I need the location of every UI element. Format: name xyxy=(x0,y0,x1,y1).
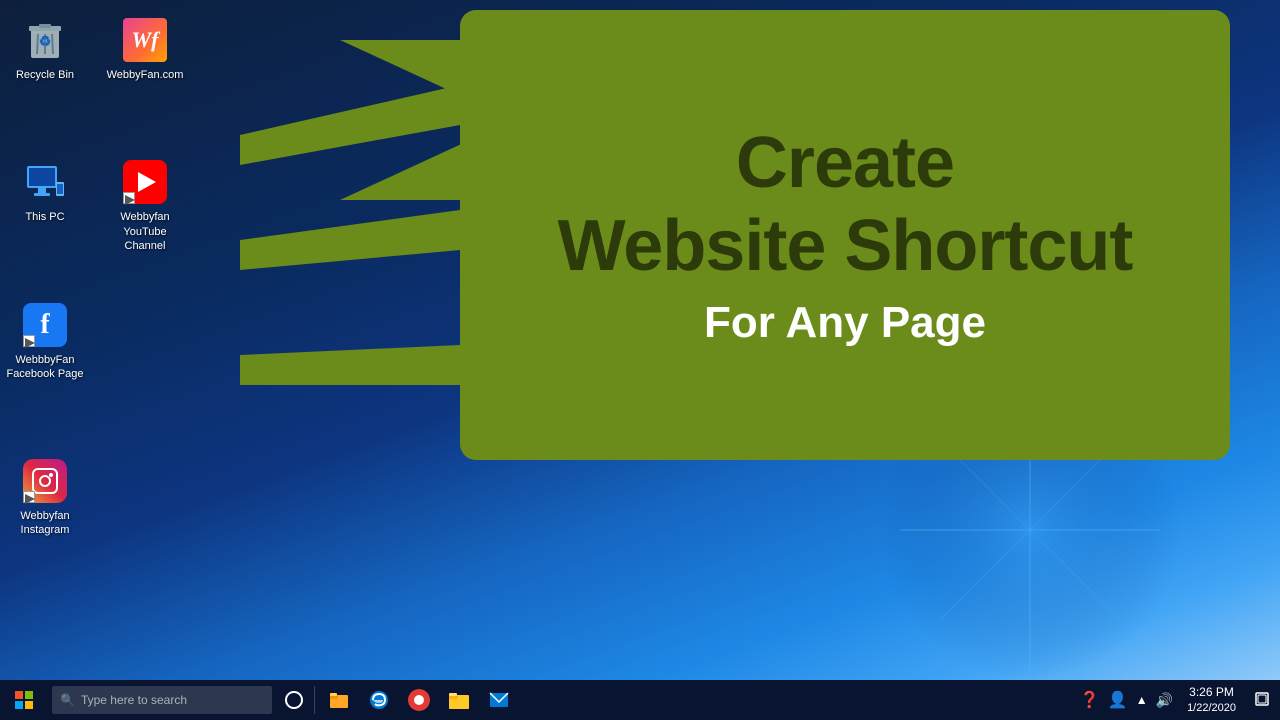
youtube-image xyxy=(121,158,169,206)
instagram-label: Webbyfan Instagram xyxy=(20,509,69,538)
webbyfan-com-icon[interactable]: Wf WebbyFan.com xyxy=(100,8,190,90)
edge-taskbar[interactable] xyxy=(361,680,397,720)
start-button[interactable] xyxy=(0,680,48,720)
webbyfan-com-label: WebbyFan.com xyxy=(107,68,184,82)
desktop: Create Website Shortcut For Any Page ♻ xyxy=(0,0,1280,680)
file-explorer-taskbar[interactable] xyxy=(321,680,357,720)
record-icon-taskbar[interactable] xyxy=(401,680,437,720)
this-pc-icon[interactable]: This PC xyxy=(0,150,90,232)
instagram-image xyxy=(21,457,69,505)
facebook-icon[interactable]: f WebbbyFan Facebook Page xyxy=(0,293,90,390)
youtube-icon[interactable]: Webbyfan YouTube Channel xyxy=(100,150,190,261)
youtube-label: Webbyfan YouTube Channel xyxy=(104,210,186,253)
recycle-bin-label: Recycle Bin xyxy=(16,68,74,82)
arrow-decorations xyxy=(190,55,460,435)
taskbar-pinned-apps xyxy=(317,680,521,720)
instagram-icon[interactable]: Webbyfan Instagram xyxy=(0,449,90,546)
search-box[interactable]: 🔍 Type here to search xyxy=(52,686,272,714)
this-pc-image xyxy=(21,158,69,206)
tray-user-icon[interactable]: 👤 xyxy=(1108,690,1128,710)
desktop-icons-col2: Wf WebbyFan.com Webbyfan YouTube Channel xyxy=(100,0,190,261)
svg-text:♻: ♻ xyxy=(39,33,52,49)
clock-date: 1/22/2020 xyxy=(1187,701,1236,716)
this-pc-label: This PC xyxy=(25,210,64,224)
clock-time: 3:26 PM xyxy=(1189,684,1234,701)
facebook-image: f xyxy=(21,301,69,349)
webbyfan-com-image: Wf xyxy=(121,16,169,64)
facebook-label: WebbbyFan Facebook Page xyxy=(6,353,83,382)
notification-button[interactable] xyxy=(1244,680,1280,720)
tray-network-icon[interactable]: 🔊 xyxy=(1156,692,1173,709)
recycle-bin-icon[interactable]: ♻ Recycle Bin xyxy=(0,8,90,90)
recycle-bin-image: ♻ xyxy=(21,16,69,64)
folder-taskbar[interactable] xyxy=(441,680,477,720)
bubble-title: Create Website Shortcut xyxy=(558,122,1133,288)
task-view-button[interactable] xyxy=(276,680,312,720)
search-placeholder: Type here to search xyxy=(81,693,187,707)
tray-arrow-icon[interactable]: ▲ xyxy=(1136,693,1148,707)
system-tray: ❓ 👤 ▲ 🔊 xyxy=(1074,690,1179,710)
mail-taskbar[interactable] xyxy=(481,680,517,720)
bubble-subtitle: For Any Page xyxy=(704,298,986,348)
desktop-icons-col1: ♻ Recycle Bin This PC xyxy=(0,0,90,546)
taskbar-separator xyxy=(314,686,315,714)
tray-help-icon[interactable]: ❓ xyxy=(1080,690,1100,710)
taskbar: 🔍 Type here to search xyxy=(0,680,1280,720)
search-icon: 🔍 xyxy=(60,693,75,707)
taskbar-tray: ❓ 👤 ▲ 🔊 3:26 PM 1/22/2020 xyxy=(1074,680,1280,720)
system-clock[interactable]: 3:26 PM 1/22/2020 xyxy=(1179,680,1244,720)
speech-bubble: Create Website Shortcut For Any Page xyxy=(460,10,1230,460)
